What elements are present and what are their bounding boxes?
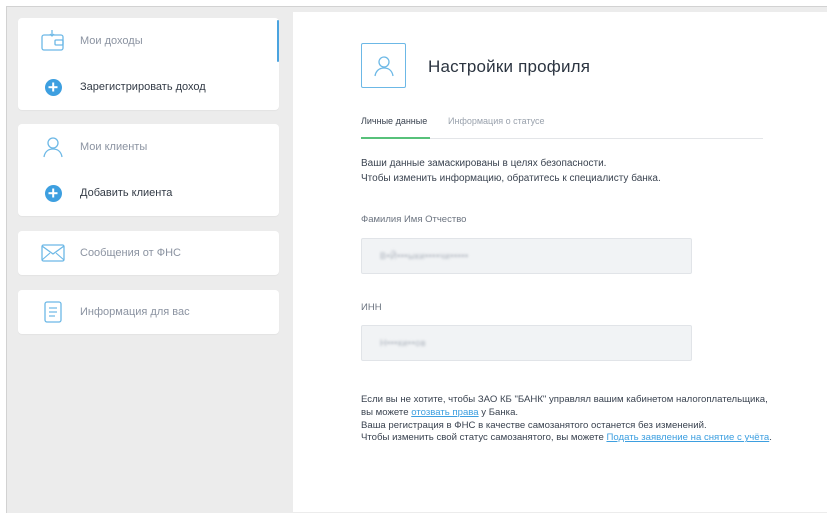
tab-personal-data[interactable]: Личные данные xyxy=(361,116,427,126)
security-notice-line1: Ваши данные замаскированы в целях безопа… xyxy=(361,158,607,169)
user-icon xyxy=(40,134,66,160)
sidebar-item-my-income[interactable]: Мои доходы xyxy=(18,20,279,62)
sidebar-item-label: Мои клиенты xyxy=(80,141,148,153)
active-tab-underline xyxy=(361,137,430,139)
page-title: Настройки профиля xyxy=(428,57,591,76)
sidebar-item-label: Информация для вас xyxy=(80,306,190,318)
messages-card: Сообщения от ФНС xyxy=(18,231,279,275)
deregister-link[interactable]: Подать заявление на снятие с учёта xyxy=(606,432,769,443)
sidebar-item-label: Мои доходы xyxy=(80,35,143,47)
deregister-paragraph: Чтобы изменить свой статус самозанятого,… xyxy=(361,432,781,445)
sidebar-item-label: Добавить клиента xyxy=(80,187,173,199)
fio-field: В•Й•••ыки••••чи••••• xyxy=(361,238,692,274)
deregister-text: Чтобы изменить свой статус самозанятого,… xyxy=(361,432,607,444)
registration-note: Ваша регистрация в ФНС в качестве самоза… xyxy=(361,419,707,431)
envelope-icon xyxy=(40,240,66,266)
clients-card: Мои клиенты Добавить клиента xyxy=(18,124,279,216)
plus-circle-icon xyxy=(40,74,66,100)
income-card: Мои доходы Зарегистрировать доход xyxy=(18,18,279,110)
fio-label: Фамилия Имя Отчество xyxy=(361,214,467,225)
revoke-rights-link[interactable]: отозвать права xyxy=(411,407,478,418)
sidebar-item-messages[interactable]: Сообщения от ФНС xyxy=(18,232,279,274)
wallet-icon xyxy=(40,28,66,54)
document-icon xyxy=(40,299,66,325)
inn-value: Н•••ки••ов xyxy=(380,338,427,348)
security-notice-line2: Чтобы изменить информацию, обратитесь к … xyxy=(361,173,661,184)
sidebar-item-info[interactable]: Информация для вас xyxy=(18,291,279,333)
revoke-paragraph: Если вы не хотите, чтобы ЗАО КБ "БАНК" у… xyxy=(361,394,781,420)
deregister-text-end: . xyxy=(769,432,772,444)
fio-value: В•Й•••ыки••••чи••••• xyxy=(380,251,469,261)
sidebar-item-label: Зарегистрировать доход xyxy=(80,81,206,93)
sidebar-item-register-income[interactable]: Зарегистрировать доход xyxy=(18,66,279,108)
plus-circle-icon xyxy=(40,180,66,206)
inn-field: Н•••ки••ов xyxy=(361,325,692,361)
profile-avatar-icon xyxy=(361,43,406,88)
info-card: Информация для вас xyxy=(18,290,279,334)
inn-label: ИНН xyxy=(361,302,382,313)
revoke-text-end: у Банка. xyxy=(478,406,519,418)
tab-status-info[interactable]: Информация о статусе xyxy=(448,116,545,126)
active-indicator xyxy=(277,20,279,62)
sidebar-item-my-clients[interactable]: Мои клиенты xyxy=(18,126,279,168)
footer-text: Если вы не хотите, чтобы ЗАО КБ "БАНК" у… xyxy=(361,394,781,445)
sidebar-item-label: Сообщения от ФНС xyxy=(80,247,181,259)
profile-settings-panel: Настройки профиля Личные данные Информац… xyxy=(293,12,827,512)
sidebar-item-add-client[interactable]: Добавить клиента xyxy=(18,172,279,214)
profile-tabs: Личные данные Информация о статусе xyxy=(361,116,763,139)
